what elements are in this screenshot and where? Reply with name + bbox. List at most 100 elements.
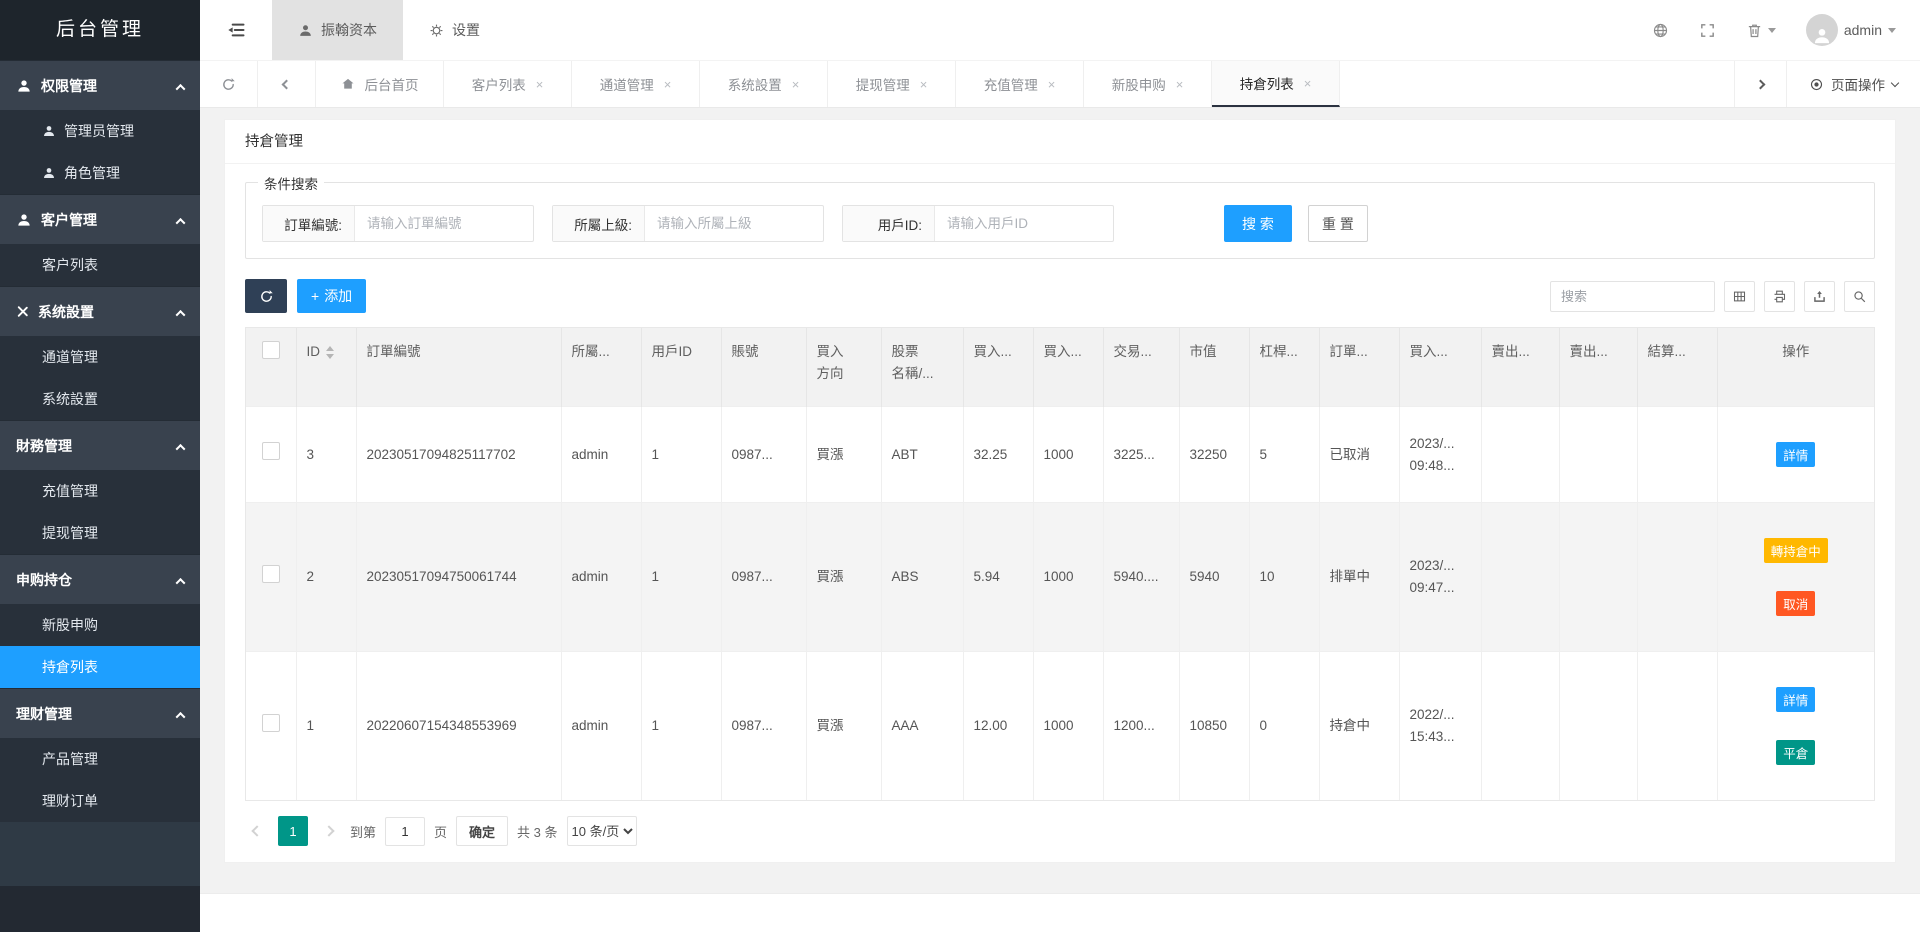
toggle-columns-button[interactable]	[1724, 281, 1755, 312]
row-checkbox[interactable]	[262, 565, 280, 583]
sidebar-group-system[interactable]: 系统設置	[0, 286, 200, 336]
tab-channel-management[interactable]: 通道管理 ×	[572, 61, 700, 107]
close-icon[interactable]: ×	[1304, 76, 1312, 91]
tab-recharge-management[interactable]: 充值管理 ×	[956, 61, 1084, 107]
print-button[interactable]	[1764, 281, 1795, 312]
sidebar-item-position-list[interactable]: 持倉列表	[0, 646, 200, 688]
close-icon[interactable]: ×	[1176, 77, 1184, 92]
avatar	[1806, 14, 1838, 46]
page-operations-label: 页面操作	[1831, 74, 1885, 94]
dot-circle-icon	[1809, 77, 1824, 92]
row-checkbox[interactable]	[262, 714, 280, 732]
current-page[interactable]: 1	[278, 816, 308, 846]
sort-icon[interactable]	[326, 346, 334, 359]
tab-ipo-subscription[interactable]: 新股申购 ×	[1084, 61, 1212, 107]
close-icon[interactable]: ×	[920, 77, 928, 92]
item-label: 通道管理	[42, 347, 98, 367]
chevron-up-icon	[177, 304, 184, 320]
sidebar-item-withdraw-management[interactable]: 提现管理	[0, 512, 200, 554]
sidebar-item-product-management[interactable]: 产品管理	[0, 738, 200, 780]
workspace-tab-settings[interactable]: 设置	[403, 0, 506, 60]
parent-input[interactable]	[645, 206, 823, 241]
add-label: 添加	[324, 286, 352, 306]
sidebar-item-role-management[interactable]: 角色管理	[0, 152, 200, 194]
sidebar-item-channel-management[interactable]: 通道管理	[0, 336, 200, 378]
sidebar-group-ipo-positions[interactable]: 申购持仓	[0, 554, 200, 604]
close-icon[interactable]: ×	[1048, 77, 1056, 92]
sidebar-item-customer-list[interactable]: 客户列表	[0, 244, 200, 286]
confirm-page-button[interactable]: 确定	[456, 816, 508, 846]
column-buy-qty: 買入...	[1033, 328, 1103, 407]
sidebar-bottom-strip	[0, 886, 200, 932]
workspace-label: 振翰资本	[321, 20, 377, 40]
reset-button[interactable]: 重 置	[1308, 205, 1368, 242]
order-no-input[interactable]	[355, 206, 533, 241]
fullscreen-button[interactable]	[1699, 22, 1716, 39]
item-label: 充值管理	[42, 481, 98, 501]
language-button[interactable]	[1652, 22, 1669, 39]
sidebar-group-finance[interactable]: 財務管理	[0, 420, 200, 470]
collapse-sidebar-button[interactable]	[200, 0, 272, 60]
user-id-input[interactable]	[935, 206, 1113, 241]
position-management-card: 持倉管理 条件搜索 訂單編號: 所屬上級: 用戶ID: 搜 索	[224, 119, 1896, 863]
tab-home[interactable]: 后台首页	[316, 61, 444, 107]
zoom-search-button[interactable]	[1844, 281, 1875, 312]
table-search-input[interactable]	[1550, 281, 1715, 312]
export-button[interactable]	[1804, 281, 1835, 312]
hamburger-icon	[226, 20, 246, 40]
workspace-tab-company[interactable]: 振翰资本	[272, 0, 403, 60]
refresh-icon	[259, 289, 274, 304]
tab-customer-list[interactable]: 客户列表 ×	[444, 61, 572, 107]
detail-button[interactable]: 詳情	[1776, 442, 1815, 467]
user-menu[interactable]: admin	[1806, 14, 1896, 46]
detail-button[interactable]: 詳情	[1776, 687, 1815, 712]
tools-icon	[16, 305, 29, 318]
tab-withdraw-management[interactable]: 提现管理 ×	[828, 61, 956, 107]
sidebar-item-wealth-orders[interactable]: 理财订单	[0, 780, 200, 822]
search-button[interactable]: 搜 索	[1224, 205, 1292, 242]
transfer-position-button[interactable]: 轉持倉中	[1764, 538, 1828, 563]
row-checkbox[interactable]	[262, 442, 280, 460]
add-button[interactable]: + 添加	[297, 279, 366, 313]
sidebar-group-customers[interactable]: 客户管理	[0, 194, 200, 244]
page-operations-menu[interactable]: 页面操作	[1786, 61, 1920, 107]
close-position-button[interactable]: 平倉	[1776, 740, 1815, 765]
caret-down-icon	[1768, 28, 1776, 33]
column-actions: 操作	[1717, 328, 1874, 407]
column-sell-time: 賣出...	[1559, 328, 1637, 407]
refresh-table-button[interactable]	[245, 279, 287, 313]
magnifier-icon	[1852, 289, 1867, 304]
clear-cache-button[interactable]	[1746, 22, 1776, 39]
page-size-select[interactable]: 10 条/页	[567, 816, 637, 846]
next-page-button[interactable]	[317, 817, 341, 845]
close-icon[interactable]: ×	[536, 77, 544, 92]
tab-position-list[interactable]: 持倉列表 ×	[1212, 61, 1340, 107]
cancel-button[interactable]: 取消	[1776, 591, 1815, 616]
chevron-up-icon	[177, 706, 184, 722]
close-icon[interactable]: ×	[792, 77, 800, 92]
user-id-field-group: 用戶ID:	[842, 205, 1114, 242]
item-label: 持倉列表	[42, 657, 98, 677]
sidebar-item-admin-management[interactable]: 管理员管理	[0, 110, 200, 152]
sidebar-item-system-settings[interactable]: 系统設置	[0, 378, 200, 420]
goto-page-input[interactable]	[385, 817, 425, 846]
sidebar-group-wealth[interactable]: 理财管理	[0, 688, 200, 738]
sidebar-group-permissions[interactable]: 权限管理	[0, 60, 200, 110]
username-label: admin	[1844, 22, 1882, 38]
search-legend: 条件搜索	[258, 173, 324, 193]
sidebar-item-ipo-subscription[interactable]: 新股申购	[0, 604, 200, 646]
tab-system-settings[interactable]: 系统設置 ×	[700, 61, 828, 107]
table-row: 1 20220607154348553969 admin 1 0987... 買…	[246, 652, 1874, 801]
select-all-checkbox[interactable]	[262, 341, 280, 359]
tab-label: 提现管理	[856, 74, 910, 94]
pagination: 1 到第 页 确定 共 3 条 10 条/页	[245, 816, 1875, 846]
close-icon[interactable]: ×	[664, 77, 672, 92]
refresh-icon	[221, 77, 236, 92]
scroll-tabs-left-button[interactable]	[258, 61, 316, 107]
refresh-tabs-button[interactable]	[200, 61, 258, 107]
scroll-tabs-right-button[interactable]	[1734, 61, 1786, 107]
sidebar-item-recharge-management[interactable]: 充值管理	[0, 470, 200, 512]
item-label: 理财订单	[42, 791, 98, 811]
table-header-row: ID 訂單編號 所屬... 用戶ID 賬號 買入 方向 股票 名稱/... 買入…	[246, 328, 1874, 407]
prev-page-button[interactable]	[245, 817, 269, 845]
